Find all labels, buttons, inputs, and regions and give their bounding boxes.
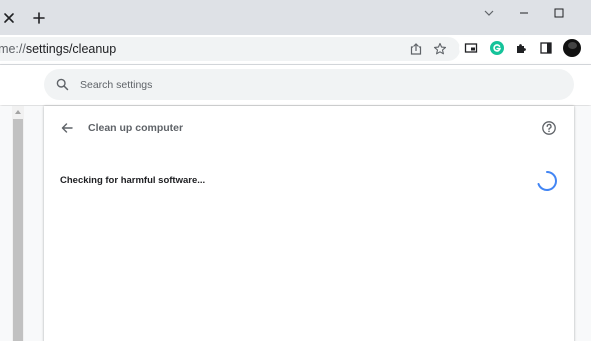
arrow-back-icon [61, 123, 73, 133]
close-tab-icon[interactable] [2, 11, 16, 25]
url-scheme: hrome:// [0, 42, 26, 56]
picture-in-picture-icon[interactable] [463, 40, 479, 56]
chevron-down-icon [484, 10, 494, 16]
settings-header [0, 65, 591, 105]
scan-status-text: Checking for harmful software... [60, 175, 206, 186]
url-text[interactable]: hrome://settings/cleanup [0, 42, 116, 56]
back-button[interactable] [59, 120, 75, 136]
page-title: Clean up computer [88, 122, 184, 134]
star-icon[interactable] [432, 41, 448, 57]
scroll-up-arrow-icon[interactable] [15, 110, 21, 114]
maximize-button[interactable] [548, 5, 570, 21]
minimize-icon [520, 12, 528, 14]
grammarly-icon[interactable] [489, 40, 505, 56]
avatar[interactable] [563, 39, 581, 57]
search-box[interactable] [44, 69, 574, 100]
help-icon [542, 121, 556, 135]
address-bar[interactable]: hrome://settings/cleanup [0, 37, 460, 61]
plus-icon [33, 12, 45, 24]
search-icon [56, 78, 69, 91]
share-icon[interactable] [408, 41, 424, 57]
minimize-button[interactable] [513, 5, 535, 21]
search-input[interactable] [80, 75, 380, 94]
new-tab-button[interactable] [31, 10, 47, 26]
tab-search-button[interactable] [478, 5, 500, 21]
side-panel-icon[interactable] [538, 40, 554, 56]
tab-strip [0, 0, 591, 35]
help-button[interactable] [541, 120, 557, 136]
maximize-icon [554, 8, 564, 18]
cleanup-card: Clean up computer Checking for harmful s… [44, 106, 574, 341]
puzzle-icon[interactable] [513, 40, 529, 56]
loading-spinner-icon [535, 169, 559, 193]
url-path: settings/cleanup [25, 42, 117, 56]
scrollbar-thumb[interactable] [13, 119, 23, 341]
